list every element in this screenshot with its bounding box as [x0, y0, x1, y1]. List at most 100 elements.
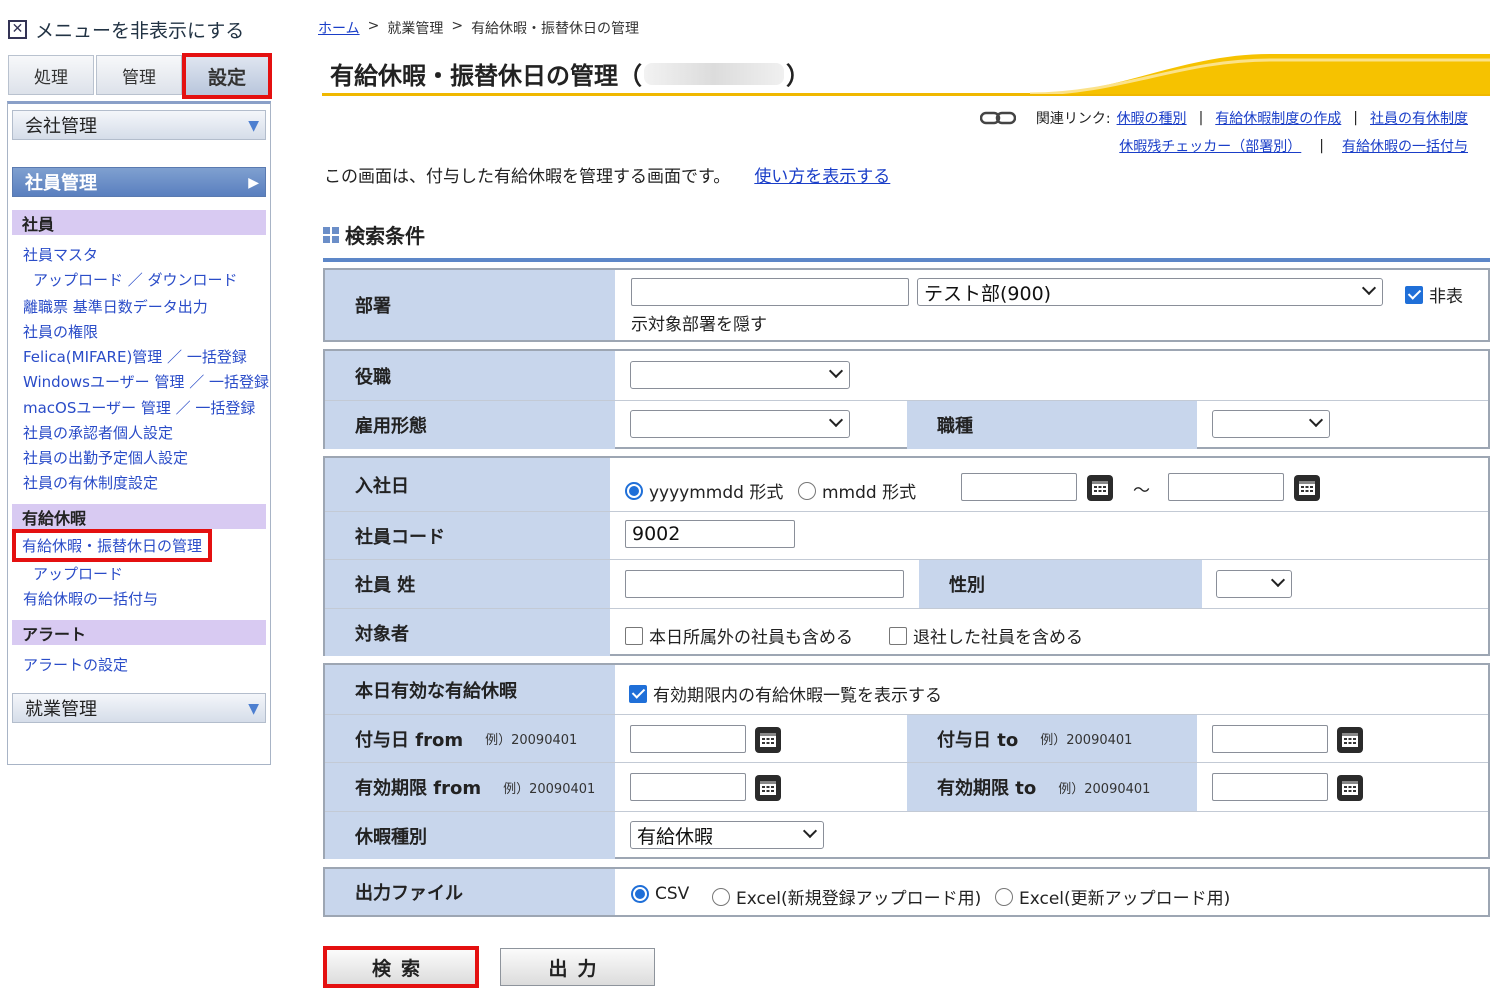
related-link-employee-policy[interactable]: 社員の有休制度 [1370, 108, 1468, 128]
link-felica[interactable]: Felica(MIFARE)管理 ／ 一括登録 [23, 346, 247, 367]
target-retired-checkbox[interactable] [889, 626, 907, 645]
leave-type-select[interactable]: 有給休暇 [630, 821, 824, 849]
output-excel-update-radio[interactable] [995, 887, 1013, 906]
output-csv-option[interactable]: CSV [631, 884, 689, 904]
sidebar: 会社管理 ▼ 社員管理 ▶ 社員 社員マスタ アップロード ／ ダウンロード 離… [7, 101, 271, 765]
tab-manage[interactable]: 管理 [96, 55, 182, 95]
calendar-icon[interactable] [1294, 475, 1320, 501]
dept-block: 部署 テスト部(900) 非表 示対象部署を隠す [323, 268, 1490, 342]
dept-select[interactable]: テスト部(900) [917, 278, 1383, 306]
grant-to-input[interactable] [1212, 725, 1328, 753]
employee-code-input[interactable]: 9002 [625, 520, 795, 548]
output-excel-update-label: Excel(更新アップロード用) [1019, 889, 1231, 909]
calendar-icon[interactable] [755, 727, 781, 753]
output-excel-update-option[interactable]: Excel(更新アップロード用) [995, 884, 1230, 909]
leave-type-value: 有給休暇 [637, 825, 714, 848]
link-employee-master[interactable]: 社員マスタ [23, 244, 98, 265]
job-label: 職種 [907, 401, 1197, 449]
link-macos-user[interactable]: macOSユーザー 管理 ／ 一括登録 [23, 397, 255, 418]
related-link-bulk-grant[interactable]: 有給休暇の一括付与 [1342, 136, 1468, 156]
howto-link[interactable]: 使い方を表示する [754, 162, 890, 187]
target-option-outside[interactable]: 本日所属外の社員も含める [625, 623, 853, 648]
chevron-down-icon: ▼ [248, 118, 259, 134]
category-employee[interactable]: 社員管理 ▶ [12, 167, 266, 197]
hide-menu-toggle[interactable]: ✕ メニューを非表示にする [8, 14, 244, 44]
link-leave-bulk-grant[interactable]: 有給休暇の一括付与 [23, 588, 158, 609]
calendar-icon[interactable] [755, 775, 781, 801]
position-block: 役職 雇用形態 職種 [323, 349, 1490, 449]
redacted-company-name [644, 62, 784, 85]
expire-from-label: 有効期限 from 例）20090401 [325, 763, 615, 811]
grant-to-example: 例）20090401 [1040, 733, 1133, 748]
breadcrumb-home[interactable]: ホーム [318, 18, 360, 38]
link-leave-policy[interactable]: 社員の有休制度設定 [23, 472, 158, 493]
breadcrumb-current: 有給休暇・振替休日の管理 [471, 21, 640, 37]
valid-option[interactable]: 有効期限内の有給休暇一覧を表示する [629, 681, 942, 706]
position-label: 役職 [325, 351, 615, 400]
dept-hide-option[interactable]: 非表 [1405, 282, 1463, 307]
target-label: 対象者 [325, 609, 610, 656]
expire-to-input[interactable] [1212, 773, 1328, 801]
calendar-icon[interactable] [1087, 475, 1113, 501]
position-select[interactable] [630, 361, 850, 389]
link-windows-user[interactable]: Windowsユーザー 管理 ／ 一括登録 [23, 371, 269, 392]
hire-date-to-input[interactable] [1168, 473, 1284, 501]
related-link-create-policy[interactable]: 有給休暇制度の作成 [1215, 108, 1341, 128]
format-yyyymmdd-radio[interactable] [625, 481, 643, 500]
hire-date-from-input[interactable] [961, 473, 1077, 501]
valid-option-label: 有効期限内の有給休暇一覧を表示する [653, 686, 942, 706]
surname-input[interactable] [625, 570, 904, 598]
grant-to-text: 付与日 to [937, 729, 1019, 751]
format-yyyymmdd-option[interactable]: yyyymmdd 形式 [625, 478, 783, 503]
format-mmdd-option[interactable]: mmdd 形式 [798, 478, 916, 503]
category-company[interactable]: 会社管理 ▼ [12, 110, 266, 140]
format-mmdd-radio[interactable] [798, 481, 816, 500]
section-grid-icon [323, 226, 339, 243]
expire-to-example: 例）20090401 [1058, 781, 1151, 797]
hide-menu-label: メニューを非表示にする [35, 19, 245, 42]
link-leave-upload[interactable]: アップロード [33, 563, 123, 584]
link-alert-setting[interactable]: アラートの設定 [23, 654, 128, 675]
output-excel-new-option[interactable]: Excel(新規登録アップロード用) [712, 884, 981, 909]
link-paid-leave-manage[interactable]: 有給休暇・振替休日の管理 [11, 529, 213, 562]
valid-row: 本日有効な有給休暇 有効期限内の有給休暇一覧を表示する [325, 665, 1488, 714]
format-yyyymmdd-label: yyyymmdd 形式 [649, 483, 784, 503]
related-sep: | [1353, 110, 1358, 126]
dept-hide-checkbox[interactable] [1405, 285, 1423, 304]
category-work[interactable]: 就業管理 ▼ [12, 693, 266, 723]
target-retired-label: 退社した社員を含める [913, 628, 1083, 648]
page-title: 有給休暇・振替休日の管理（ ） [330, 56, 810, 91]
target-outside-checkbox[interactable] [625, 626, 643, 645]
link-schedule-setting[interactable]: 社員の出勤予定個人設定 [23, 447, 188, 468]
link-separation-data[interactable]: 離職票 基準日数データ出力 [23, 296, 208, 317]
calendar-icon[interactable] [1337, 727, 1363, 753]
tab-settings[interactable]: 設定 [182, 53, 272, 99]
output-excel-new-label: Excel(新規登録アップロード用) [736, 889, 982, 909]
expire-to-text: 有効期限 to [937, 778, 1037, 799]
format-mmdd-label: mmdd 形式 [822, 483, 917, 503]
output-button[interactable]: 出力 [500, 948, 655, 986]
employment-select[interactable] [630, 410, 850, 438]
job-select[interactable] [1212, 410, 1330, 438]
grant-from-input[interactable] [630, 725, 746, 753]
output-excel-new-radio[interactable] [712, 887, 730, 906]
link-approver-setting[interactable]: 社員の承認者個人設定 [23, 422, 173, 443]
output-csv-radio[interactable] [631, 885, 649, 903]
dept-hide-label-2: 示対象部署を隠す [631, 315, 767, 335]
valid-checkbox[interactable] [629, 684, 647, 703]
link-chain-icon [979, 111, 1016, 125]
link-employee-permission[interactable]: 社員の権限 [23, 321, 98, 342]
calendar-icon[interactable] [1337, 775, 1363, 801]
surname-row: 社員 姓 性別 [325, 559, 1488, 608]
tab-process[interactable]: 処理 [8, 55, 94, 95]
related-link-balance-checker[interactable]: 休暇残チェッカー（部署別） [1119, 136, 1301, 156]
expire-from-input[interactable] [630, 773, 746, 801]
valid-label: 本日有効な有給休暇 [325, 665, 615, 714]
target-option-retired[interactable]: 退社した社員を含める [889, 623, 1083, 648]
related-link-leave-types[interactable]: 休暇の種別 [1117, 108, 1187, 128]
gender-select[interactable] [1216, 570, 1292, 598]
search-button[interactable]: 検索 [323, 946, 479, 988]
link-employee-upload[interactable]: アップロード ／ ダウンロード [33, 269, 238, 290]
grant-from-label: 付与日 from 例）20090401 [325, 715, 615, 762]
dept-text-input[interactable] [631, 278, 909, 306]
